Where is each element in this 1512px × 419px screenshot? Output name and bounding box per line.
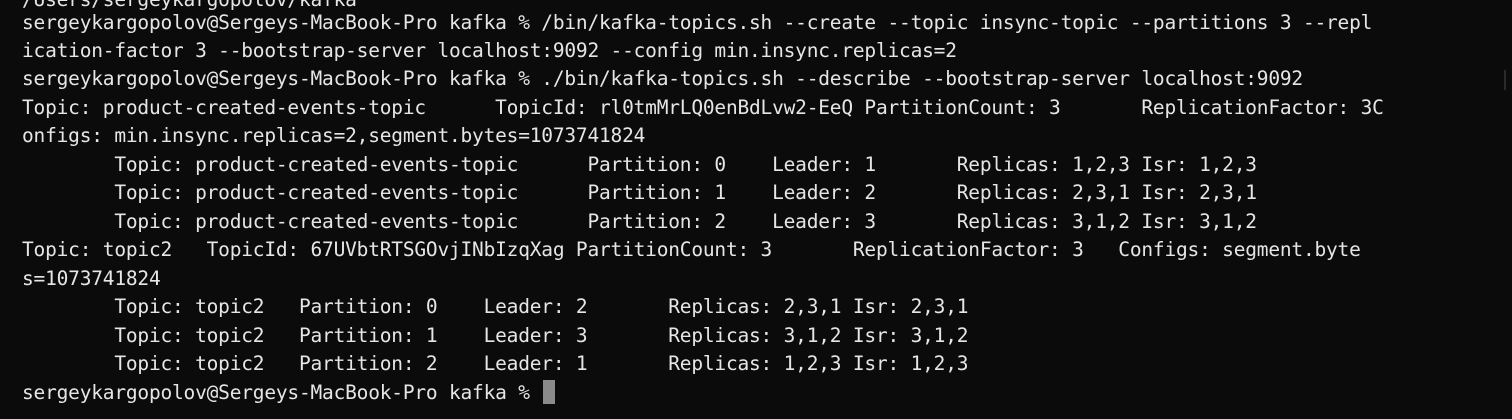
terminal-line: onfigs: min.insync.replicas=2,segment.by… [22, 124, 646, 147]
terminal-line: ication-factor 3 --bootstrap-server loca… [22, 39, 957, 62]
terminal-line: sergeykargopolov@Sergeys-MacBook-Pro kaf… [22, 11, 1373, 34]
terminal-line: Topic: product-created-events-topic Topi… [22, 96, 1384, 119]
terminal-line: Topic: product-created-events-topic Part… [22, 153, 1257, 176]
terminal-line: Topic: topic2 Partition: 1 Leader: 3 Rep… [22, 324, 969, 347]
shell-prompt: sergeykargopolov@Sergeys-MacBook-Pro kaf… [22, 381, 542, 404]
terminal-line: sergeykargopolov@Sergeys-MacBook-Pro kaf… [22, 67, 1303, 90]
text-cursor [543, 380, 556, 404]
scroll-indicator [1504, 70, 1506, 90]
terminal-line: Topic: topic2 Partition: 2 Leader: 1 Rep… [22, 352, 969, 375]
terminal-line: Topic: topic2 TopicId: 67UVbtRTSGOvjINbI… [22, 238, 1361, 261]
terminal-line: Topic: topic2 Partition: 0 Leader: 2 Rep… [22, 295, 969, 318]
terminal-line: Topic: product-created-events-topic Part… [22, 181, 1257, 204]
command-prompt-line[interactable]: sergeykargopolov@Sergeys-MacBook-Pro kaf… [22, 379, 1504, 407]
terminal-window[interactable]: /Users/sergeykargopolov/kafka sergeykarg… [0, 0, 1512, 419]
terminal-line: Topic: product-created-events-topic Part… [22, 210, 1257, 233]
terminal-line: s=1073741824 [22, 267, 161, 290]
